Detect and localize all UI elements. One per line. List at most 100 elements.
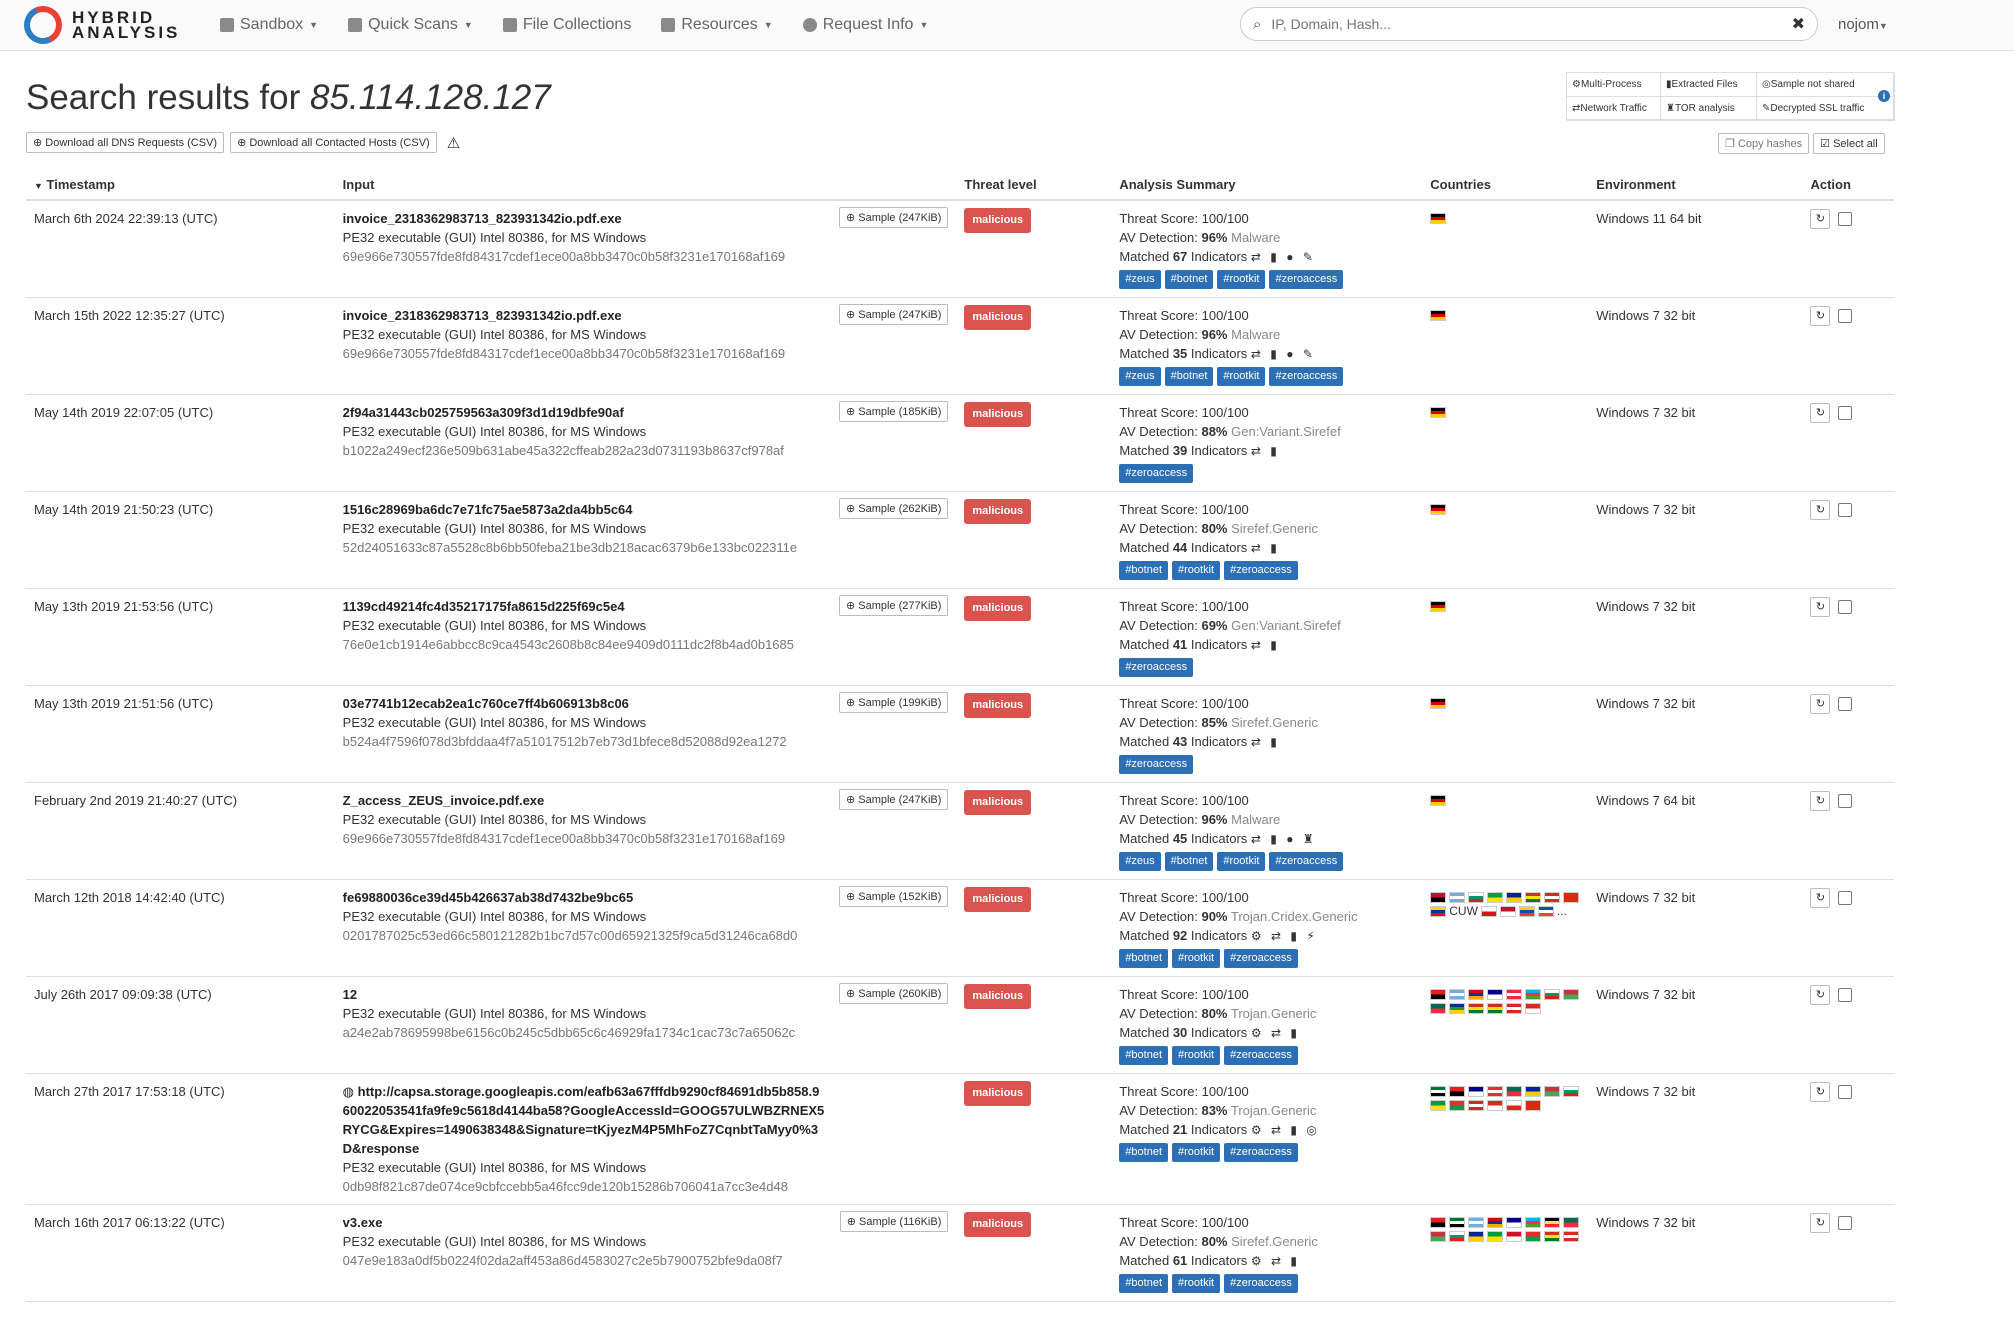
input-file-hash[interactable]: b524a4f7596f078d3bfddaa4f7a51017512b7eb7… [343, 732, 949, 751]
tag-badge[interactable]: #zeroaccess [1224, 949, 1298, 968]
tag-badge[interactable]: #rootkit [1217, 367, 1266, 386]
tag-badge[interactable]: #zeroaccess [1119, 464, 1194, 483]
row-select-checkbox[interactable] [1838, 697, 1853, 711]
reanalyze-button[interactable]: ↻ [1810, 985, 1831, 1005]
input-cell: ⊕ Sample (247KiB) invoice_2318362983713_… [334, 297, 957, 395]
reanalyze-button[interactable]: ↻ [1810, 791, 1831, 811]
tag-badge[interactable]: #zeus [1119, 852, 1161, 871]
tag-badge[interactable]: #zeroaccess [1119, 755, 1194, 774]
tag-badge[interactable]: #zeroaccess [1224, 1143, 1298, 1162]
reanalyze-button[interactable]: ↻ [1810, 500, 1831, 520]
input-file-name[interactable]: ◍ http://capsa.storage.googleapis.com/ea… [343, 1082, 949, 1158]
row-select-checkbox[interactable] [1838, 600, 1853, 614]
download-dns-button[interactable]: ⊕ Download all DNS Requests (CSV) [26, 132, 225, 153]
reanalyze-button[interactable]: ↻ [1810, 1082, 1831, 1102]
row-select-checkbox[interactable] [1838, 406, 1853, 420]
tag-badge[interactable]: #botnet [1119, 1143, 1169, 1162]
column-timestamp[interactable]: ▼ Timestamp [26, 170, 335, 201]
tag-badge[interactable]: #rootkit [1172, 1143, 1221, 1162]
download-sample-button[interactable]: ⊕ Sample (116KiB) [839, 1211, 949, 1232]
download-sample-button[interactable]: ⊕ Sample (262KiB) [838, 498, 949, 519]
column-input[interactable]: Input [334, 170, 957, 201]
warning-icon[interactable]: ⚠ [447, 134, 460, 152]
tag-badge[interactable]: #zeroaccess [1224, 1274, 1298, 1293]
download-sample-button[interactable]: ⊕ Sample (260KiB) [838, 983, 949, 1004]
input-file-hash[interactable]: 76e0e1cb1914e6abbcc8c9ca4543c2608b8c84ee… [343, 635, 949, 654]
download-sample-button[interactable]: ⊕ Sample (277KiB) [838, 595, 949, 616]
nav-file-collections[interactable]: File Collections [502, 16, 631, 34]
input-file-hash[interactable]: 69e966e730557fde8fd84317cdef1ece00a8bb34… [343, 829, 949, 848]
tag-badge[interactable]: #zeus [1119, 270, 1161, 289]
input-file-hash[interactable]: 52d24051633c87a5528c8b6bb50feba21be3db21… [343, 538, 949, 557]
reanalyze-button[interactable]: ↻ [1810, 306, 1831, 326]
column-environment[interactable]: Environment [1588, 170, 1803, 201]
copy-hashes-button[interactable]: ❐ Copy hashes [1718, 133, 1810, 154]
download-sample-button[interactable]: ⊕ Sample (199KiB) [838, 692, 949, 713]
input-file-hash[interactable]: a24e2ab78695998be6156c0b245c5dbb65c6c469… [343, 1023, 949, 1042]
tag-badge[interactable]: #zeroaccess [1269, 852, 1344, 871]
input-file-hash[interactable]: 047e9e183a0df5b0224f02da2aff453a86d45830… [343, 1251, 949, 1270]
reanalyze-button[interactable]: ↻ [1810, 597, 1831, 617]
download-hosts-button[interactable]: ⊕ Download all Contacted Hosts (CSV) [230, 132, 437, 153]
tag-badge[interactable]: #rootkit [1172, 1274, 1221, 1293]
download-sample-button[interactable]: ⊕ Sample (185KiB) [838, 401, 949, 422]
reanalyze-button[interactable]: ↻ [1810, 1213, 1831, 1233]
row-select-checkbox[interactable] [1838, 891, 1853, 905]
brand-logo[interactable]: HYBRID ANALYSIS [18, 0, 220, 50]
download-sample-button[interactable]: ⊕ Sample (247KiB) [838, 789, 949, 810]
search-input[interactable] [1269, 15, 1792, 33]
tag-badge[interactable]: #zeroaccess [1119, 658, 1194, 677]
column-threat-level[interactable]: Threat level [956, 170, 1112, 201]
reanalyze-button[interactable]: ↻ [1810, 403, 1831, 423]
download-sample-button[interactable]: ⊕ Sample (152KiB) [838, 886, 949, 907]
row-select-checkbox[interactable] [1838, 988, 1853, 1002]
tag-badge[interactable]: #rootkit [1172, 1046, 1221, 1065]
nav-sandbox[interactable]: Sandbox ▼ [220, 16, 318, 34]
tag-badge[interactable]: #zeus [1119, 367, 1161, 386]
tag-badge[interactable]: #botnet [1164, 367, 1214, 386]
tag-badge[interactable]: #rootkit [1172, 949, 1221, 968]
select-all-button[interactable]: ☑ Select all [1813, 133, 1885, 154]
input-file-hash[interactable]: b1022a249ecf236e509b631abe45a322cffeab28… [343, 441, 949, 460]
tag-badge[interactable]: #rootkit [1217, 270, 1266, 289]
tag-badge[interactable]: #zeroaccess [1269, 270, 1344, 289]
tag-badge[interactable]: #botnet [1119, 1046, 1169, 1065]
column-analysis-summary[interactable]: Analysis Summary [1111, 170, 1423, 201]
tag-badge[interactable]: #zeroaccess [1224, 561, 1298, 580]
country-flag-ca-icon [1468, 1100, 1485, 1111]
legend-network-traffic-label: Network Traffic [1580, 103, 1647, 114]
tag-badge[interactable]: #zeroaccess [1224, 1046, 1298, 1065]
nav-quick-scans[interactable]: Quick Scans ▼ [348, 16, 473, 34]
info-icon[interactable]: i [1878, 90, 1890, 102]
download-sample-button[interactable]: ⊕ Sample (247KiB) [838, 207, 949, 228]
nav-resources[interactable]: Resources ▼ [661, 16, 773, 34]
row-select-checkbox[interactable] [1838, 503, 1853, 517]
row-select-checkbox[interactable] [1838, 1216, 1853, 1230]
row-select-checkbox[interactable] [1838, 212, 1853, 226]
row-select-checkbox[interactable] [1838, 1085, 1853, 1099]
tag-badge[interactable]: #botnet [1164, 270, 1214, 289]
reanalyze-button[interactable]: ↻ [1810, 888, 1831, 908]
clear-search-icon[interactable]: ✖ [1792, 14, 1805, 34]
tag-badge[interactable]: #botnet [1119, 1274, 1169, 1293]
reanalyze-button[interactable]: ↻ [1810, 209, 1831, 229]
column-countries[interactable]: Countries [1422, 170, 1589, 201]
row-select-checkbox[interactable] [1838, 309, 1853, 323]
tag-badge[interactable]: #rootkit [1172, 561, 1221, 580]
user-menu[interactable]: nojom▼ [1838, 16, 1888, 33]
row-select-checkbox[interactable] [1838, 794, 1853, 808]
nav-request-info[interactable]: Request Info ▼ [802, 16, 928, 34]
input-file-hash[interactable]: 0db98f821c87de074ce9cbfccebb5a46fcc9de12… [343, 1177, 949, 1196]
tag-badge[interactable]: #botnet [1119, 561, 1169, 580]
input-file-hash[interactable]: 69e966e730557fde8fd84317cdef1ece00a8bb34… [343, 247, 949, 266]
input-file-hash[interactable]: 0201787025c53ed66c580121282b1bc7d57c00d6… [343, 926, 949, 945]
input-file-hash[interactable]: 69e966e730557fde8fd84317cdef1ece00a8bb34… [343, 344, 949, 363]
tag-badge[interactable]: #rootkit [1217, 852, 1266, 871]
tag-badge[interactable]: #zeroaccess [1269, 367, 1344, 386]
download-sample-button[interactable]: ⊕ Sample (247KiB) [838, 304, 949, 325]
environment-cell: Windows 7 32 bit [1588, 491, 1803, 589]
tag-badge[interactable]: #botnet [1164, 852, 1214, 871]
more-countries[interactable]: ... [1557, 905, 1567, 917]
tag-badge[interactable]: #botnet [1119, 949, 1169, 968]
reanalyze-button[interactable]: ↻ [1810, 694, 1831, 714]
